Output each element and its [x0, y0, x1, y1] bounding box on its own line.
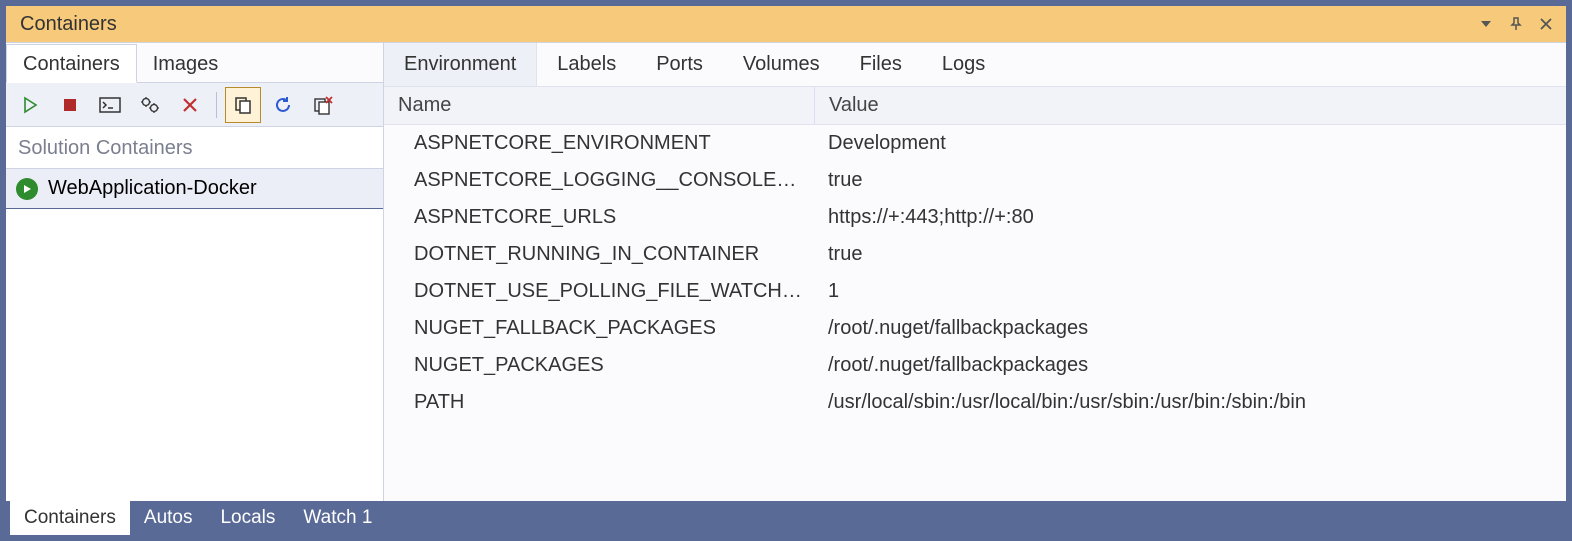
- delete-button[interactable]: [172, 87, 208, 123]
- env-value: 1: [814, 280, 1566, 303]
- tab-environment[interactable]: Environment: [384, 43, 537, 86]
- tab-label: Logs: [942, 53, 985, 75]
- settings-button[interactable]: [132, 87, 168, 123]
- tab-label: Locals: [220, 507, 275, 529]
- title-bar[interactable]: Containers: [6, 6, 1566, 42]
- tab-label: Autos: [144, 507, 193, 529]
- table-row[interactable]: DOTNET_USE_POLLING_FILE_WATCHER1: [384, 273, 1566, 310]
- content-area: Containers Images: [6, 42, 1566, 501]
- tab-label: Containers: [23, 53, 120, 75]
- bottom-tab-autos[interactable]: Autos: [130, 501, 207, 535]
- table-row[interactable]: ASPNETCORE_LOGGING__CONSOLE__DISABLECOLO…: [384, 162, 1566, 199]
- tab-label: Containers: [24, 507, 116, 529]
- env-value: true: [814, 243, 1566, 266]
- tab-label: Ports: [656, 53, 703, 75]
- tab-images[interactable]: Images: [137, 45, 235, 82]
- table-row[interactable]: NUGET_PACKAGES/root/.nuget/fallbackpacka…: [384, 347, 1566, 384]
- right-pane: Environment Labels Ports Volumes Files L…: [384, 43, 1566, 501]
- env-value: /usr/local/sbin:/usr/local/bin:/usr/sbin…: [814, 391, 1566, 414]
- tab-logs[interactable]: Logs: [922, 43, 1005, 86]
- bottom-tab-watch1[interactable]: Watch 1: [289, 501, 386, 535]
- start-button[interactable]: [12, 87, 48, 123]
- tab-label: Volumes: [743, 53, 820, 75]
- tab-ports[interactable]: Ports: [636, 43, 723, 86]
- tab-labels[interactable]: Labels: [537, 43, 636, 86]
- bottom-tab-locals[interactable]: Locals: [206, 501, 289, 535]
- tab-volumes[interactable]: Volumes: [723, 43, 840, 86]
- bottom-tabs: Containers Autos Locals Watch 1: [6, 501, 1566, 535]
- env-value: Development: [814, 132, 1566, 155]
- detail-tabs: Environment Labels Ports Volumes Files L…: [384, 43, 1566, 87]
- prune-button[interactable]: [305, 87, 341, 123]
- close-button[interactable]: [1534, 12, 1558, 36]
- stop-button[interactable]: [52, 87, 88, 123]
- column-name[interactable]: Name: [384, 94, 814, 117]
- table-row[interactable]: NUGET_FALLBACK_PACKAGES/root/.nuget/fall…: [384, 310, 1566, 347]
- toolbar: [6, 83, 383, 127]
- toolbar-separator: [216, 92, 217, 118]
- env-name: DOTNET_USE_POLLING_FILE_WATCHER: [384, 280, 814, 303]
- running-icon: [16, 178, 38, 200]
- tab-label: Watch 1: [303, 507, 372, 529]
- tab-label: Labels: [557, 53, 616, 75]
- grid-body[interactable]: ASPNETCORE_ENVIRONMENTDevelopmentASPNETC…: [384, 125, 1566, 501]
- env-name: PATH: [384, 391, 814, 414]
- env-value: true: [814, 169, 1566, 192]
- grid-header: Name Value: [384, 87, 1566, 125]
- window-options-button[interactable]: [1474, 12, 1498, 36]
- tab-label: Images: [153, 53, 219, 75]
- left-pane: Containers Images: [6, 43, 384, 501]
- env-name: ASPNETCORE_URLS: [384, 206, 814, 229]
- window-title: Containers: [20, 13, 1468, 36]
- left-tabs: Containers Images: [6, 43, 383, 83]
- table-row[interactable]: PATH/usr/local/sbin:/usr/local/bin:/usr/…: [384, 384, 1566, 421]
- terminal-button[interactable]: [92, 87, 128, 123]
- tab-label: Environment: [404, 53, 516, 75]
- column-value[interactable]: Value: [815, 94, 1566, 117]
- env-value: /root/.nuget/fallbackpackages: [814, 354, 1566, 377]
- table-row[interactable]: ASPNETCORE_ENVIRONMENTDevelopment: [384, 125, 1566, 162]
- containers-tool-window: Containers Containers Images: [6, 6, 1566, 535]
- env-name: DOTNET_RUNNING_IN_CONTAINER: [384, 243, 814, 266]
- tab-label: Files: [860, 53, 902, 75]
- tab-containers[interactable]: Containers: [6, 44, 137, 83]
- container-item[interactable]: WebApplication-Docker: [6, 169, 383, 209]
- table-row[interactable]: DOTNET_RUNNING_IN_CONTAINERtrue: [384, 236, 1566, 273]
- pin-button[interactable]: [1504, 12, 1528, 36]
- env-name: ASPNETCORE_LOGGING__CONSOLE__DISABLECOLO…: [384, 169, 814, 192]
- copy-button[interactable]: [225, 87, 261, 123]
- tab-files[interactable]: Files: [840, 43, 922, 86]
- env-value: https://+:443;http://+:80: [814, 206, 1566, 229]
- section-label: Solution Containers: [6, 127, 383, 169]
- table-row[interactable]: ASPNETCORE_URLShttps://+:443;http://+:80: [384, 199, 1566, 236]
- container-item-label: WebApplication-Docker: [48, 177, 257, 200]
- bottom-tab-containers[interactable]: Containers: [10, 501, 130, 535]
- env-name: ASPNETCORE_ENVIRONMENT: [384, 132, 814, 155]
- env-name: NUGET_PACKAGES: [384, 354, 814, 377]
- refresh-button[interactable]: [265, 87, 301, 123]
- env-name: NUGET_FALLBACK_PACKAGES: [384, 317, 814, 340]
- env-value: /root/.nuget/fallbackpackages: [814, 317, 1566, 340]
